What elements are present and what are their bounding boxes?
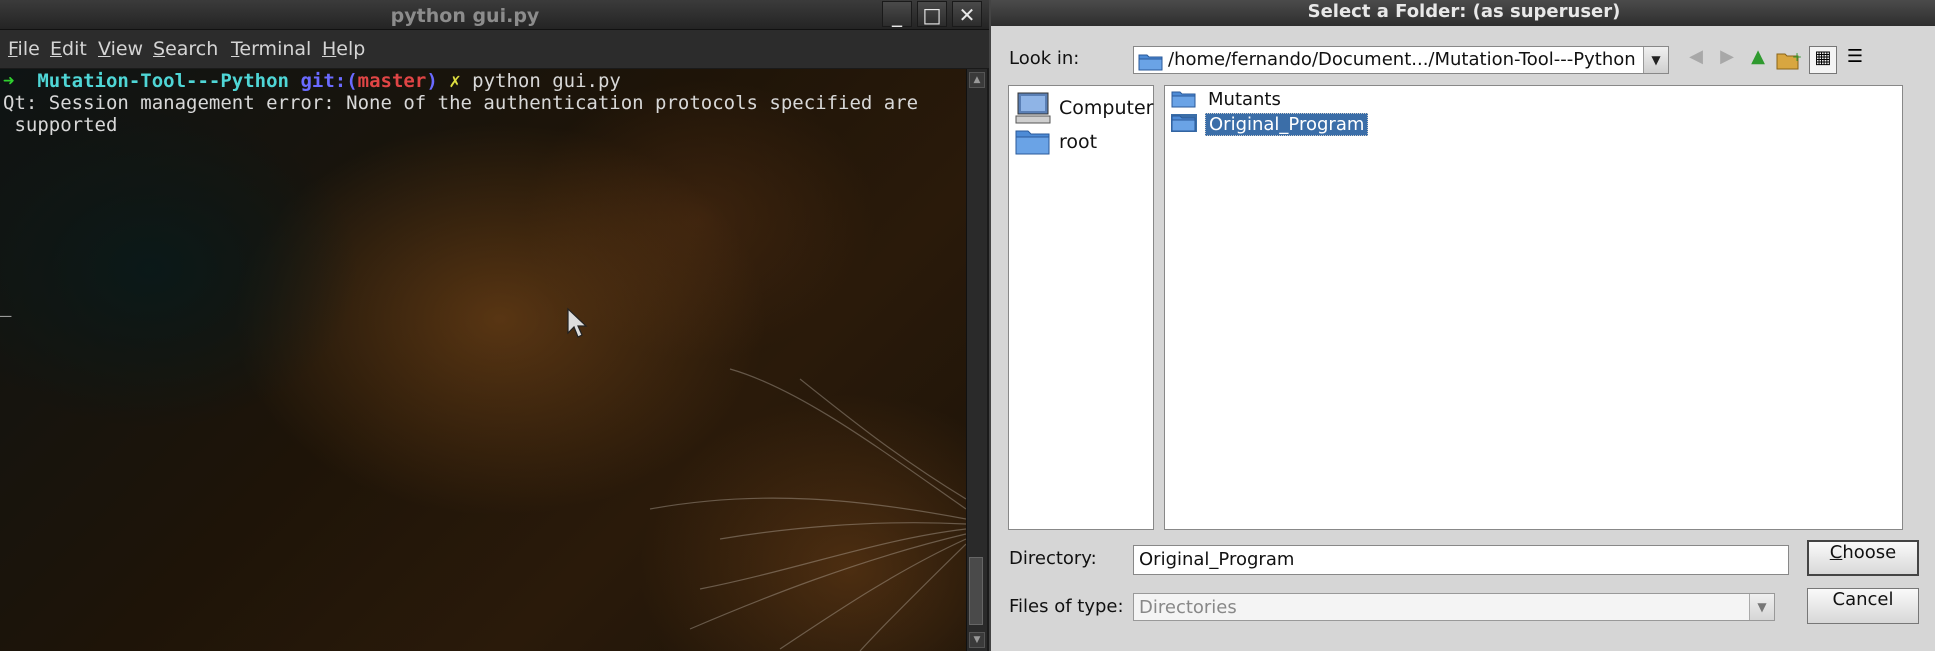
- select-folder-dialog: Select a Folder: (as superuser) Look in:…: [989, 0, 1935, 651]
- terminal-output-area[interactable]: ➜ Mutation-Tool---Python git:(master) ✗ …: [0, 69, 966, 651]
- folder-icon: [1138, 54, 1163, 71]
- prompt-arrow: ➜: [3, 70, 15, 92]
- menu-search[interactable]: Search: [153, 38, 218, 60]
- new-folder-button[interactable]: +: [1775, 46, 1803, 74]
- prompt-dirty: ✗: [449, 70, 461, 92]
- prompt-git-close: ): [426, 70, 438, 92]
- scroll-down-icon[interactable]: ▼: [969, 632, 985, 648]
- minimize-button[interactable]: _: [882, 1, 912, 27]
- output-line-1: Qt: Session management error: None of th…: [3, 92, 919, 114]
- wallpaper-wisps: [649, 368, 966, 651]
- up-arrow-icon: ▲: [1751, 46, 1765, 67]
- directory-input[interactable]: Original_Program: [1133, 545, 1789, 575]
- list-view-icon: ☰: [1846, 46, 1864, 67]
- prompt-git: git:(: [300, 70, 358, 92]
- forward-arrow-icon: ▶: [1720, 46, 1734, 67]
- forward-button[interactable]: ▶: [1713, 46, 1741, 74]
- prompt-command: python gui.py: [472, 70, 621, 92]
- chevron-down-icon[interactable]: ▼: [1643, 47, 1668, 73]
- scroll-up-icon[interactable]: ▲: [969, 72, 985, 88]
- back-arrow-icon: ◀: [1689, 46, 1703, 67]
- directory-label: Directory:: [1009, 548, 1097, 569]
- menu-file[interactable]: File: [8, 38, 40, 60]
- prompt-branch: master: [357, 70, 427, 92]
- icon-view-button[interactable]: ▦: [1809, 46, 1837, 74]
- folder-list[interactable]: Mutants Original_Program: [1164, 85, 1903, 530]
- sidebar-label-computer: Computer: [1059, 97, 1154, 119]
- files-of-type-combo[interactable]: Directories ▼: [1133, 593, 1775, 621]
- terminal-menubar: File Edit View Search Terminal Help: [0, 30, 989, 69]
- new-folder-icon: +: [1776, 50, 1802, 70]
- sidebar-item-root[interactable]: root: [1015, 124, 1151, 160]
- file-label: Mutants: [1208, 89, 1281, 110]
- dialog-title: Select a Folder: (as superuser): [1307, 1, 1621, 22]
- maximize-button[interactable]: □: [917, 1, 947, 27]
- mouse-pointer-icon: [567, 307, 588, 338]
- parent-directory-button[interactable]: ▲: [1744, 46, 1772, 74]
- prompt-line: ➜ Mutation-Tool---Python git:(master) ✗ …: [3, 70, 621, 92]
- scroll-thumb[interactable]: [969, 557, 983, 625]
- menu-terminal[interactable]: Terminal: [231, 38, 311, 60]
- chevron-down-icon[interactable]: ▼: [1749, 594, 1774, 620]
- close-button[interactable]: ✕: [952, 1, 982, 27]
- cancel-button[interactable]: Cancel: [1807, 588, 1919, 624]
- choose-button[interactable]: Choose: [1807, 540, 1919, 576]
- output-line-2: supported: [3, 114, 118, 136]
- terminal-title: python gui.py: [390, 5, 540, 27]
- folder-icon: [1171, 114, 1197, 132]
- computer-icon: [1015, 92, 1051, 124]
- places-sidebar: Computer root: [1008, 85, 1154, 530]
- terminal-scrollbar[interactable]: ▲ ▼: [966, 69, 987, 651]
- sidebar-item-computer[interactable]: Computer: [1015, 90, 1154, 126]
- menu-view[interactable]: View: [98, 38, 143, 60]
- menu-help[interactable]: Help: [322, 38, 365, 60]
- sidebar-label-root: root: [1059, 131, 1098, 153]
- grid-view-icon: ▦: [1814, 47, 1832, 68]
- prompt-dir: Mutation-Tool---Python: [37, 70, 290, 92]
- new-folder-plus: +: [1792, 50, 1802, 64]
- menu-edit[interactable]: Edit: [50, 38, 87, 60]
- detail-view-button[interactable]: ☰: [1841, 46, 1869, 74]
- folder-icon: [1015, 130, 1050, 155]
- files-of-type-label: Files of type:: [1009, 596, 1124, 617]
- terminal-cursor: _: [0, 295, 12, 317]
- terminal-titlebar[interactable]: python gui.py _ □ ✕: [0, 0, 989, 30]
- back-button[interactable]: ◀: [1682, 46, 1710, 74]
- look-in-label: Look in:: [1009, 48, 1080, 69]
- terminal-window: python gui.py _ □ ✕ File Edit View Searc…: [0, 0, 989, 651]
- folder-icon: [1171, 91, 1196, 108]
- look-in-path: /home/fernando/Document.../Mutation-Tool…: [1168, 49, 1636, 70]
- file-label: Original_Program: [1205, 113, 1369, 136]
- dialog-titlebar[interactable]: Select a Folder: (as superuser): [991, 0, 1935, 26]
- files-of-type-value: Directories: [1139, 597, 1237, 618]
- look-in-combo[interactable]: /home/fernando/Document.../Mutation-Tool…: [1133, 46, 1669, 74]
